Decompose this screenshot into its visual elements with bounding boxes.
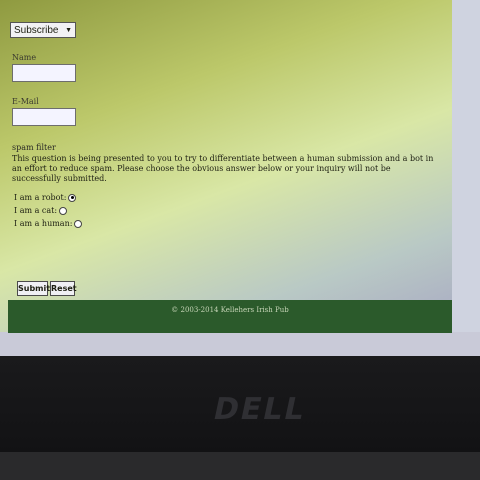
screen-edge (452, 0, 480, 356)
name-field[interactable] (12, 64, 76, 82)
screen-bottom-frame (0, 332, 480, 358)
option-cat-label: I am a cat: (14, 206, 58, 215)
option-human-label: I am a human: (14, 219, 73, 228)
subscribe-select-value: Subscribe (14, 25, 59, 36)
option-robot-radio[interactable] (68, 193, 77, 202)
name-label: Name (12, 53, 37, 62)
option-cat-radio[interactable] (59, 206, 68, 215)
laptop-hinge (0, 452, 480, 480)
submit-button[interactable]: Submit (17, 281, 50, 296)
chevron-down-icon: ▼ (65, 27, 72, 34)
web-page: Subscribe ▼ Name E-Mail spam filter This… (0, 0, 452, 333)
footer-copyright: © 2003-2014 Kellehers Irish Pub (171, 306, 289, 314)
option-robot: I am a robot: (14, 193, 77, 202)
option-cat: I am a cat: (14, 206, 68, 215)
email-label: E-Mail (12, 97, 39, 106)
subscribe-select[interactable]: Subscribe ▼ (10, 22, 76, 38)
dell-logo: DELL (210, 392, 310, 427)
reset-button[interactable]: Reset (50, 281, 77, 296)
option-human-radio[interactable] (74, 219, 83, 228)
spam-filter-title: spam filter (12, 143, 56, 152)
email-field[interactable] (12, 108, 76, 126)
spam-filter-text: This question is being presented to you … (12, 154, 434, 183)
footer: © 2003-2014 Kellehers Irish Pub (8, 300, 452, 333)
option-robot-label: I am a robot: (14, 193, 67, 202)
option-human: I am a human: (14, 219, 83, 228)
